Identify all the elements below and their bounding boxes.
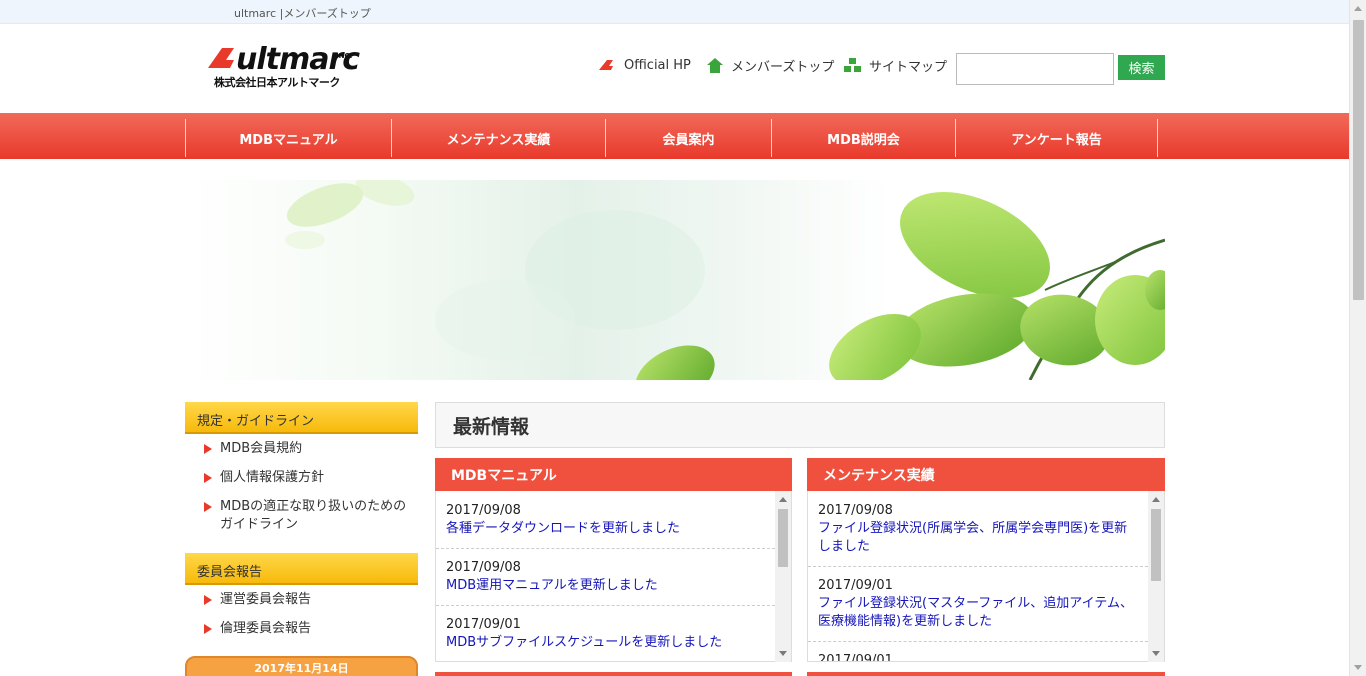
news-header: 最新情報 <box>435 402 1165 448</box>
header-link-sitemap[interactable]: サイトマップ <box>844 56 948 75</box>
sitemap-icon <box>844 58 861 72</box>
entry-link[interactable]: 各種データダウンロードを更新しました <box>446 520 776 538</box>
scrollbar-thumb[interactable] <box>778 509 788 567</box>
list-item: 2017/09/01 <box>818 652 1140 662</box>
logo-inc: INC. <box>336 52 353 60</box>
list-item: 2017/09/08 MDB運用マニュアルを更新しました <box>446 559 776 595</box>
entry-date: 2017/09/01 <box>818 653 893 662</box>
sidebar-heading-committee: 委員会報告 <box>185 553 418 585</box>
sidebar-event-banner[interactable]: 2017年11月14日 <box>185 656 418 676</box>
scroll-up-arrow-icon[interactable] <box>779 497 787 502</box>
news-title: 最新情報 <box>453 416 530 438</box>
sidebar-link-steering-committee[interactable]: 運営委員会報告 <box>204 591 414 609</box>
list-item: 2017/09/01 ファイル登録状況(マスターファイル、追加アイテム、医療機能… <box>818 577 1140 631</box>
list-item: 2017/09/01 MDBサブファイルスケジュールを更新しました <box>446 616 776 652</box>
list-item: 2017/09/08 各種データダウンロードを更新しました <box>446 502 776 538</box>
entry-divider <box>436 605 775 606</box>
panel-heading-mdb-manual: MDBマニュアル <box>435 458 792 491</box>
entry-date: 2017/09/01 <box>818 578 893 593</box>
search-button[interactable]: 検索 <box>1118 55 1165 80</box>
sidebar-link-privacy-policy[interactable]: 個人情報保護方針 <box>204 469 414 487</box>
nav-divider <box>1157 119 1158 157</box>
list-item: 2017/09/08 ファイル登録状況(所属学会、所属学会専門医)を更新しました <box>818 502 1140 556</box>
nav-membership-guide[interactable]: 会員案内 <box>605 119 771 157</box>
scroll-down-arrow-icon[interactable] <box>1354 665 1362 670</box>
scroll-up-arrow-icon[interactable] <box>1354 6 1362 11</box>
header-link-members-top[interactable]: メンバーズトップ <box>707 56 835 75</box>
entry-date: 2017/09/08 <box>446 503 521 518</box>
entry-link[interactable]: ファイル登録状況(所属学会、所属学会専門医)を更新しました <box>818 520 1140 556</box>
panel-scrollbar[interactable] <box>775 491 791 662</box>
leaf-illustration <box>285 180 1165 380</box>
sidebar-link-mdb-guideline[interactable]: MDBの適正な取り扱いのための ガイドライン <box>204 498 414 534</box>
scrollbar-thumb[interactable] <box>1353 20 1364 300</box>
entry-date: 2017/09/01 <box>446 617 521 632</box>
next-panel-heading <box>807 672 1165 676</box>
entry-divider <box>436 548 775 549</box>
entry-link[interactable]: ファイル登録状況(マスターファイル、追加アイテム、医療機能情報)を更新しました <box>818 595 1140 631</box>
scroll-down-arrow-icon[interactable] <box>1152 651 1160 656</box>
ultmarc-logo-mark-icon <box>208 48 234 68</box>
panel-maintenance: 2017/09/08 ファイル登録状況(所属学会、所属学会専門医)を更新しました… <box>807 491 1165 662</box>
home-icon <box>707 57 723 73</box>
entry-divider <box>808 641 1148 642</box>
header-link-label: メンバーズトップ <box>731 59 835 75</box>
ultmarc-logo-icon <box>599 60 613 70</box>
panel-heading-maintenance: メンテナンス実績 <box>807 458 1165 491</box>
scroll-down-arrow-icon[interactable] <box>779 651 787 656</box>
sidebar-heading-guidelines: 規定・ガイドライン <box>185 402 418 434</box>
nav-mdb-briefing[interactable]: MDB説明会 <box>771 119 955 157</box>
nav-survey-report[interactable]: アンケート報告 <box>955 119 1157 157</box>
next-panel-heading <box>435 672 792 676</box>
ultmarc-logo[interactable]: ultmarc INC. 株式会社日本アルトマーク <box>204 42 360 90</box>
entry-link[interactable]: MDBサブファイルスケジュールを更新しました <box>446 634 776 652</box>
header-link-label: サイトマップ <box>869 59 948 75</box>
page-scrollbar[interactable] <box>1349 0 1366 676</box>
header-link-label: Official HP <box>624 57 691 73</box>
entry-link[interactable]: MDB運用マニュアルを更新しました <box>446 577 776 595</box>
entry-date: 2017/09/08 <box>818 503 893 518</box>
entry-divider <box>808 566 1148 567</box>
nav-mdb-manual[interactable]: MDBマニュアル <box>185 119 391 157</box>
nav-maintenance-results[interactable]: メンテナンス実績 <box>391 119 605 157</box>
entry-date: 2017/09/08 <box>446 560 521 575</box>
leaf-banner-image <box>185 180 1165 380</box>
header-link-official-hp[interactable]: Official HP <box>598 56 691 74</box>
panel-scrollbar[interactable] <box>1148 491 1164 662</box>
event-date: 2017年11月14日 <box>254 662 349 675</box>
scroll-up-arrow-icon[interactable] <box>1152 497 1160 502</box>
search-input[interactable] <box>956 53 1114 85</box>
main-nav: MDBマニュアル メンテナンス実績 会員案内 MDB説明会 アンケート報告 <box>0 113 1349 159</box>
sidebar-link-ethics-committee[interactable]: 倫理委員会報告 <box>204 620 414 638</box>
panel-mdb-manual: 2017/09/08 各種データダウンロードを更新しました 2017/09/08… <box>435 491 792 662</box>
breadcrumb: ultmarc |メンバーズトップ <box>234 7 371 20</box>
scrollbar-thumb[interactable] <box>1151 509 1161 581</box>
top-breadcrumb-bar: ultmarc |メンバーズトップ <box>0 0 1349 24</box>
sidebar-link-mdb-terms[interactable]: MDB会員規約 <box>204 440 414 458</box>
logo-company-name: 株式会社日本アルトマーク <box>214 76 340 89</box>
